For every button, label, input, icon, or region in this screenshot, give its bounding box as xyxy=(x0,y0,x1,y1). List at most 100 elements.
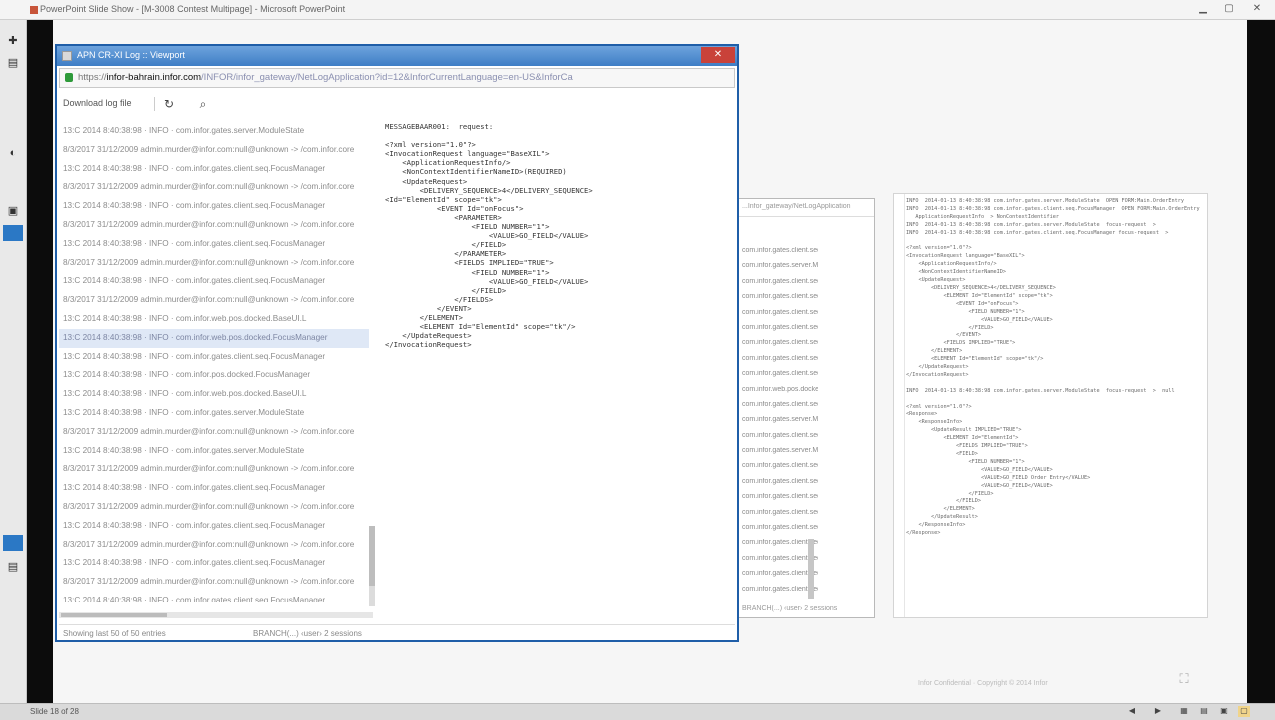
log-row[interactable]: 8/3/2017 31/12/2009 admin.murder@infor.c… xyxy=(59,498,369,517)
search-icon[interactable]: ⌕ xyxy=(195,96,211,112)
slide-letterbox-right xyxy=(1247,20,1275,703)
slideshow-view-icon[interactable]: ▢ xyxy=(1238,706,1250,717)
log-row[interactable]: 13:C 2014 8:40:38:98 · INFO · com.infor.… xyxy=(59,385,369,404)
log-row[interactable]: 13:C 2014 8:40:38:98 · INFO · com.infor.… xyxy=(59,517,369,536)
background-log-row[interactable]: com.infor.gates.client.seq.FocusManager xyxy=(738,570,818,585)
normal-view-icon[interactable]: ▦ xyxy=(1178,706,1190,717)
window-close-button[interactable]: ✕ xyxy=(701,47,735,63)
download-log-button[interactable]: Download log file xyxy=(63,98,132,108)
powerpoint-app-icon xyxy=(30,6,38,14)
window-title-bar: APN CR-XI Log :: Viewport ✕ xyxy=(57,46,737,66)
log-row[interactable]: 13:C 2014 8:40:38:98 · INFO · com.infor.… xyxy=(59,310,369,329)
log-row[interactable]: 13:C 2014 8:40:38:98 · INFO · com.infor.… xyxy=(59,554,369,573)
selected-marker xyxy=(3,535,23,551)
url-path: /INFOR/infor_gateway/NetLogApplication?i… xyxy=(201,72,573,83)
background-log-row[interactable]: com.infor.gates.client.seq.FocusManager xyxy=(738,401,818,416)
scrollbar-thumb[interactable] xyxy=(61,613,167,617)
log-row[interactable]: 8/3/2017 31/12/2009 admin.murder@infor.c… xyxy=(59,291,369,310)
background-footer: BRANCH(...) ‹user› 2 sessions xyxy=(742,605,838,612)
selected-marker xyxy=(3,225,23,241)
log-viewer-window[interactable]: APN CR-XI Log :: Viewport ✕ https://info… xyxy=(55,44,739,642)
background-address-bar: ...Infor_gateway/NetLogApplication xyxy=(738,203,874,217)
log-row[interactable]: 8/3/2017 31/12/2009 admin.murder@infor.c… xyxy=(59,254,369,273)
maximize-button[interactable]: ▢ xyxy=(1222,3,1236,16)
background-log-row[interactable]: com.infor.gates.server.ModuleState xyxy=(738,416,818,431)
log-row[interactable]: 13:C 2014 8:40:38:98 · INFO · com.infor.… xyxy=(59,479,369,498)
background-log-row[interactable]: com.infor.gates.client.seq.FocusManager xyxy=(738,462,818,477)
slide-letterbox-left xyxy=(27,20,53,703)
background-log-list: com.infor.gates.client.seq.FocusManagerc… xyxy=(738,247,818,607)
minimize-button[interactable]: ▁ xyxy=(1196,3,1210,16)
background-log-row[interactable]: com.infor.gates.client.seq.FocusManager xyxy=(738,339,818,354)
left-app-strip: ✚ ▤ ◐ ▣ ▤ xyxy=(0,20,27,703)
close-button[interactable]: ✕ xyxy=(1250,3,1264,16)
background-log-row[interactable]: com.infor.web.pos.docked.BaseUI.L xyxy=(738,386,818,401)
log-row[interactable]: 13:C 2014 8:40:38:98 · INFO · com.infor.… xyxy=(59,272,369,291)
status-bar: Slide 18 of 28 ◀ ▶ ▦ ▤ ▣ ▢ xyxy=(0,703,1275,720)
log-row[interactable]: 13:C 2014 8:40:38:98 · INFO · com.infor.… xyxy=(59,235,369,254)
document-gutter xyxy=(894,194,905,617)
log-toolbar: Download log file ↻ ⌕ xyxy=(59,94,735,114)
background-log-row[interactable]: com.infor.gates.client.seq.FocusManager xyxy=(738,309,818,324)
log-row[interactable]: 13:C 2014 8:40:38:98 · INFO · com.infor.… xyxy=(59,442,369,461)
window-title: APN CR-XI Log :: Viewport xyxy=(77,50,185,60)
log-row[interactable]: 8/3/2017 31/12/2009 admin.murder@infor.c… xyxy=(59,573,369,592)
background-log-row[interactable]: com.infor.gates.client.seq.FocusManager xyxy=(738,278,818,293)
log-row[interactable]: 13:C 2014 8:40:38:98 · INFO · com.infor.… xyxy=(59,328,369,348)
background-log-row[interactable]: com.infor.gates.client.seq.FocusManager xyxy=(738,293,818,308)
background-log-row[interactable]: com.infor.gates.client.seq.FocusManager xyxy=(738,370,818,385)
log-row[interactable]: 13:C 2014 8:40:38:98 · INFO · com.infor.… xyxy=(59,592,369,602)
background-log-row[interactable]: com.infor.gates.server.ModuleState xyxy=(738,447,818,462)
background-log-row[interactable]: com.infor.gates.client.seq.FocusManager xyxy=(738,524,818,539)
next-slide-icon[interactable]: ▶ xyxy=(1152,706,1164,717)
log-row[interactable]: 13:C 2014 8:40:38:98 · INFO · com.infor.… xyxy=(59,348,369,367)
contrast-icon[interactable]: ◐ xyxy=(3,144,23,162)
background-log-row[interactable]: com.infor.gates.client.seq.FocusManager xyxy=(738,586,818,601)
background-log-row[interactable]: com.infor.gates.client.seq.FocusManager xyxy=(738,478,818,493)
document-icon[interactable]: ▤ xyxy=(3,558,23,576)
entry-count: Showing last 50 of 50 entries xyxy=(63,629,166,638)
log-row[interactable]: 13:C 2014 8:40:38:98 · INFO · com.infor.… xyxy=(59,197,369,216)
log-list-scrollbar[interactable] xyxy=(369,526,375,606)
log-row[interactable]: 13:C 2014 8:40:38:98 · INFO · com.infor.… xyxy=(59,404,369,423)
log-row[interactable]: 13:C 2014 8:40:38:98 · INFO · com.infor.… xyxy=(59,366,369,385)
background-log-row[interactable]: com.infor.gates.client.seq.FocusManager xyxy=(738,324,818,339)
log-row[interactable]: 8/3/2017 31/12/2009 admin.murder@infor.c… xyxy=(59,216,369,235)
log-row[interactable]: 13:C 2014 8:40:38:98 · INFO · com.infor.… xyxy=(59,160,369,179)
background-log-row[interactable]: com.infor.gates.client.seq.FocusManager xyxy=(738,247,818,262)
log-text-document: INFO 2014-01-13 8:40:38:98 com.infor.gat… xyxy=(893,193,1208,618)
log-list-horizontal-scrollbar[interactable] xyxy=(59,612,373,618)
log-row[interactable]: 8/3/2017 31/12/2009 admin.murder@infor.c… xyxy=(59,460,369,479)
background-scrollbar[interactable] xyxy=(808,539,814,599)
powerpoint-title-bar: PowerPoint Slide Show - [M-3008 Contest … xyxy=(0,0,1275,20)
sorter-view-icon[interactable]: ▤ xyxy=(1198,706,1210,717)
log-row[interactable]: 8/3/2017 31/12/2009 admin.murder@infor.c… xyxy=(59,178,369,197)
expand-icon[interactable]: ⛶ xyxy=(1177,672,1191,686)
background-log-row[interactable]: com.infor.gates.client.seq.FocusManager xyxy=(738,432,818,447)
log-entry-list: 13:C 2014 8:40:38:98 · INFO · com.infor.… xyxy=(59,122,369,602)
background-log-row[interactable]: com.infor.gates.client.seq.FocusManager xyxy=(738,355,818,370)
background-log-row[interactable]: com.infor.gates.client.seq.FocusManager xyxy=(738,555,818,570)
log-row[interactable]: 8/3/2017 31/12/2009 admin.murder@infor.c… xyxy=(59,141,369,160)
add-icon[interactable]: ✚ xyxy=(3,32,23,50)
url-scheme: https:// xyxy=(78,72,107,83)
log-row[interactable]: 13:C 2014 8:40:38:98 · INFO · com.infor.… xyxy=(59,122,369,141)
list-icon[interactable]: ▤ xyxy=(3,54,23,72)
log-row[interactable]: 8/3/2017 31/12/2009 admin.murder@infor.c… xyxy=(59,536,369,555)
url-host: infor-bahrain.infor.com xyxy=(106,72,202,83)
background-browser-window[interactable]: ...Infor_gateway/NetLogApplication com.i… xyxy=(737,198,875,618)
background-log-row[interactable]: com.infor.gates.server.ModuleState xyxy=(738,262,818,277)
background-log-row[interactable]: com.infor.gates.client.seq.FocusManager xyxy=(738,493,818,508)
refresh-icon[interactable]: ↻ xyxy=(161,96,177,112)
xml-detail-pane: MESSAGEBAAR001: request: <?xml version="… xyxy=(385,122,593,350)
reading-view-icon[interactable]: ▣ xyxy=(1218,706,1230,717)
scrollbar-thumb[interactable] xyxy=(369,526,375,586)
background-log-row[interactable]: com.infor.gates.client.seq.FocusManager xyxy=(738,509,818,524)
url-text: https://infor-bahrain.infor.com/INFOR/in… xyxy=(78,72,573,83)
log-row[interactable]: 8/3/2017 31/12/2009 admin.murder@infor.c… xyxy=(59,423,369,442)
address-bar[interactable]: https://infor-bahrain.infor.com/INFOR/in… xyxy=(59,68,735,88)
previous-slide-icon[interactable]: ◀ xyxy=(1126,706,1138,717)
panel-icon[interactable]: ▣ xyxy=(3,202,23,220)
powerpoint-title: PowerPoint Slide Show - [M-3008 Contest … xyxy=(40,4,346,14)
background-log-row[interactable]: com.infor.gates.client.seq.FocusManager xyxy=(738,539,818,554)
